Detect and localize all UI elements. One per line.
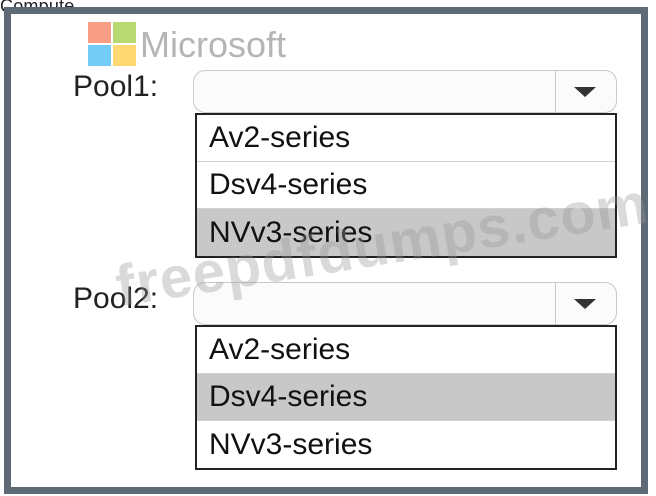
pool2-option-dsv4[interactable]: Dsv4-series [197,374,615,421]
pool1-options-list: Av2-series Dsv4-series NVv3-series [195,113,617,258]
logo-square-red [88,22,111,43]
pool2-label: Pool2: [73,282,159,315]
pool1-dropdown[interactable] [193,70,617,113]
logo-square-yellow [113,45,136,66]
chevron-down-icon[interactable] [574,299,596,309]
microsoft-watermark: Microsoft [140,24,287,65]
logo-square-blue [88,45,111,66]
pool2-dropdown[interactable] [193,282,617,325]
pool2-option-av2[interactable]: Av2-series [197,327,615,374]
chevron-down-icon[interactable] [574,87,596,97]
pool1-option-dsv4[interactable]: Dsv4-series [197,162,615,209]
pool2-options-list: Av2-series Dsv4-series NVv3-series [195,325,617,470]
logo-square-green [113,22,136,43]
pool1-option-av2[interactable]: Av2-series [197,115,615,162]
answer-area-frame: Microsoft Pool1: Av2-series Dsv4-series … [4,7,653,494]
dropdown-divider [554,283,556,324]
pool1-option-nvv3[interactable]: NVv3-series [197,209,615,256]
dropdown-divider [554,71,556,112]
pool1-label: Pool1: [73,70,159,103]
pool2-option-nvv3[interactable]: NVv3-series [197,421,615,468]
microsoft-logo-icon [88,22,142,70]
